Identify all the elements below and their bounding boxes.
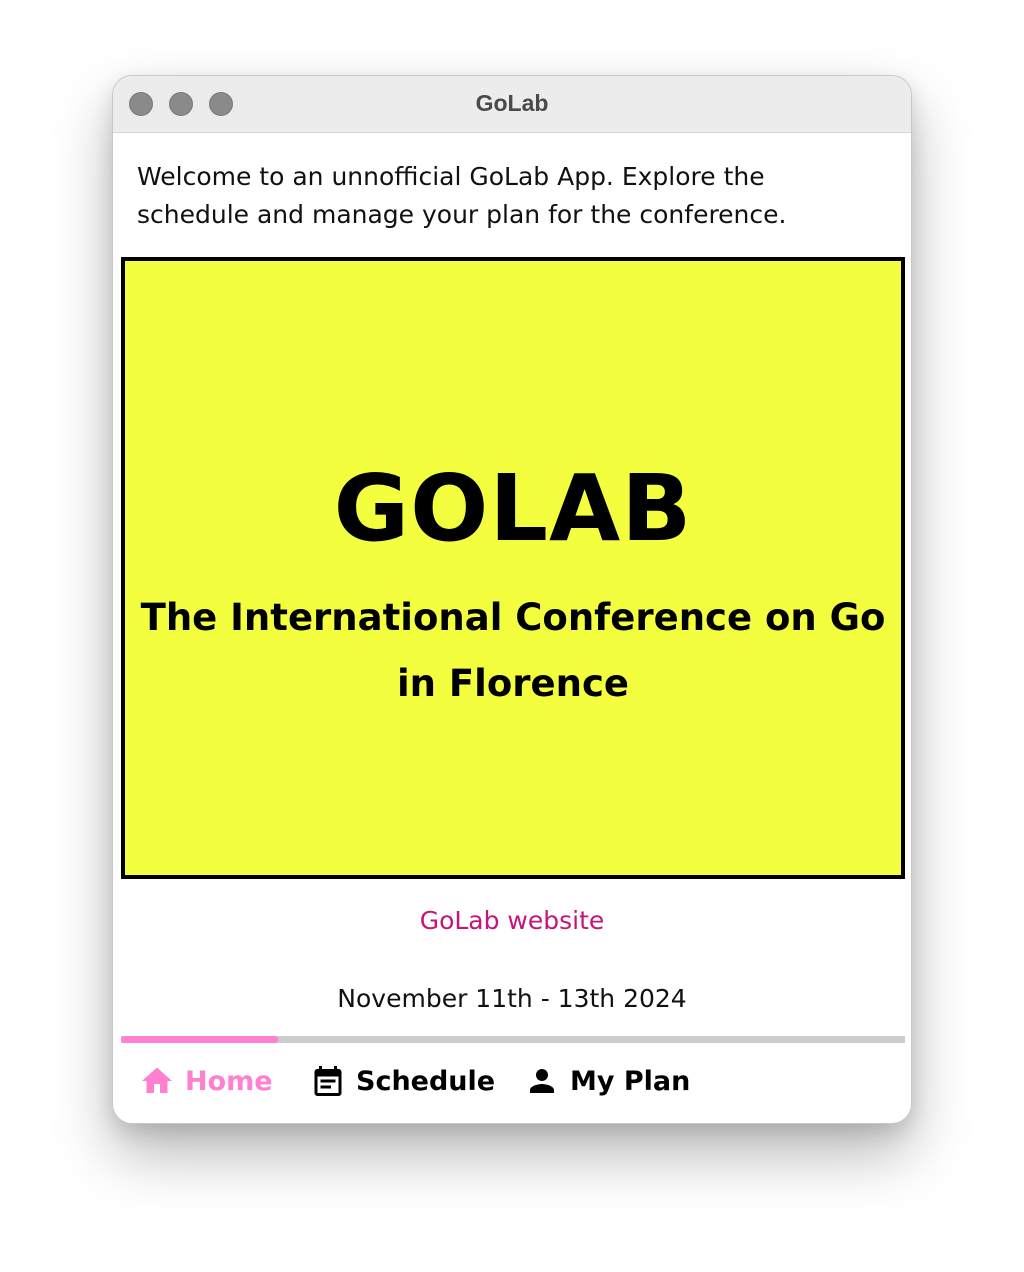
welcome-text: Welcome to an unnofficial GoLab App. Exp… bbox=[137, 162, 787, 229]
nav-my-plan[interactable]: My Plan bbox=[524, 1056, 690, 1106]
title-bar: GoLab bbox=[113, 76, 911, 133]
tab-indicator-track bbox=[121, 1036, 905, 1043]
banner-title: GOLAB bbox=[333, 455, 693, 562]
calendar-icon bbox=[310, 1063, 346, 1099]
nav-home[interactable]: Home bbox=[139, 1056, 273, 1106]
conference-dates: November 11th - 13th 2024 bbox=[337, 984, 687, 1013]
home-icon bbox=[139, 1063, 175, 1099]
nav-schedule-label: Schedule bbox=[356, 1065, 496, 1097]
tab-indicator bbox=[121, 1036, 278, 1043]
nav-schedule[interactable]: Schedule bbox=[310, 1056, 495, 1106]
window-title: GoLab bbox=[475, 90, 549, 116]
person-icon bbox=[524, 1063, 560, 1099]
app-window: GoLab Welcome to an unnofficial GoLab Ap… bbox=[112, 75, 912, 1124]
nav-home-label: Home bbox=[185, 1065, 273, 1097]
golab-website-link[interactable]: GoLab website bbox=[113, 906, 911, 935]
conference-banner: GOLAB The International Conference on Go… bbox=[121, 257, 905, 879]
bottom-navigation: Home Schedule My Plan bbox=[113, 1056, 911, 1106]
nav-my-plan-label: My Plan bbox=[570, 1065, 691, 1097]
banner-subtitle: The International Conference on Go in Fl… bbox=[140, 596, 886, 705]
